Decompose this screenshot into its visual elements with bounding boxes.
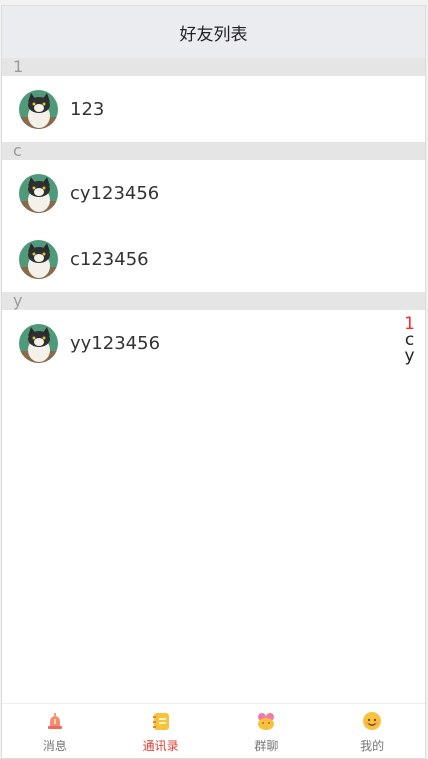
group-chat-icon <box>258 713 275 730</box>
tab-group-chat[interactable]: 群聊 <box>214 704 320 758</box>
tab-contacts[interactable]: 通讯录 <box>108 704 214 758</box>
tab-messages[interactable]: 消息 <box>2 704 108 758</box>
index-letter-y[interactable]: y <box>405 348 415 365</box>
friend-row[interactable]: cy123456 <box>2 160 425 226</box>
group-header-c: c <box>2 142 425 160</box>
group-header-1: 1 <box>2 58 425 76</box>
friend-list: 1 123 c cy123456 c123456 y yy123456 <box>2 58 425 376</box>
tab-label: 群聊 <box>254 739 279 753</box>
navigation-bar: 好友列表 <box>2 6 425 58</box>
friend-row[interactable]: yy123456 <box>2 310 425 376</box>
avatar <box>19 323 58 363</box>
avatar <box>19 239 58 279</box>
friend-name: yy123456 <box>70 332 161 354</box>
friend-row[interactable]: c123456 <box>2 226 425 292</box>
avatar <box>19 89 58 129</box>
friend-name: cy123456 <box>70 182 160 204</box>
tab-label: 消息 <box>42 739 67 753</box>
app-frame: 好友列表 1 123 c cy123456 c123456 y yy123456… <box>1 5 426 759</box>
alphabet-index-bar: 1 c y <box>404 316 415 365</box>
group-header-y: y <box>2 292 425 310</box>
alarm-bell-icon <box>47 713 62 729</box>
page-title: 好友列表 <box>179 24 248 45</box>
friend-name: c123456 <box>70 248 149 270</box>
tab-profile[interactable]: 我的 <box>319 704 425 758</box>
notebook-icon <box>152 713 169 730</box>
bottom-tab-bar: 消息 通讯录 群聊 我的 <box>2 703 425 758</box>
avatar <box>19 173 58 213</box>
tab-label: 我的 <box>360 739 385 753</box>
friend-row[interactable]: 123 <box>2 76 425 142</box>
smiley-face-icon <box>363 712 382 730</box>
tab-label: 通讯录 <box>142 739 179 753</box>
friend-name: 123 <box>70 98 105 120</box>
